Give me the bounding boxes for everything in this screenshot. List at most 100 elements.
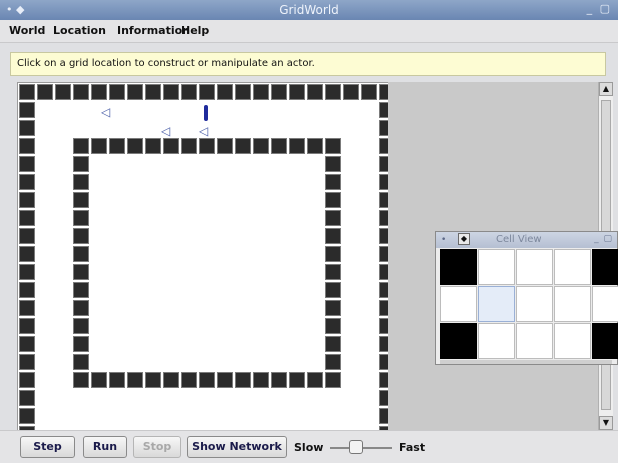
rock-tile[interactable] xyxy=(73,354,89,370)
rock-tile[interactable] xyxy=(181,84,197,100)
empty-cell[interactable] xyxy=(516,249,553,285)
rock-tile[interactable] xyxy=(19,264,35,280)
rock-tile[interactable] xyxy=(361,84,377,100)
empty-cell[interactable] xyxy=(554,323,591,359)
rock-tile[interactable] xyxy=(109,138,125,154)
rock-tile[interactable] xyxy=(289,84,305,100)
step-button[interactable]: Step xyxy=(20,436,75,458)
rock-tile[interactable] xyxy=(145,84,161,100)
rock-tile[interactable] xyxy=(307,138,323,154)
rock-tile[interactable] xyxy=(73,372,89,388)
rock-tile[interactable] xyxy=(91,372,107,388)
rock-tile[interactable] xyxy=(289,372,305,388)
rock-tile[interactable] xyxy=(325,156,341,172)
empty-cell[interactable] xyxy=(516,286,553,322)
rock-tile[interactable] xyxy=(145,138,161,154)
rock-tile[interactable] xyxy=(181,372,197,388)
rock-tile[interactable] xyxy=(91,84,107,100)
rock-tile[interactable] xyxy=(19,246,35,262)
rock-tile[interactable] xyxy=(73,336,89,352)
rock-tile[interactable] xyxy=(217,84,233,100)
rock-tile[interactable] xyxy=(109,372,125,388)
rock-tile[interactable] xyxy=(199,138,215,154)
menu-information[interactable]: Information xyxy=(117,24,190,37)
empty-cell[interactable] xyxy=(440,286,477,322)
stop-button[interactable]: Stop xyxy=(133,436,181,458)
rock-tile[interactable] xyxy=(325,318,341,334)
rock-tile[interactable] xyxy=(217,372,233,388)
rock-tile[interactable] xyxy=(325,192,341,208)
empty-cell[interactable] xyxy=(478,323,515,359)
rock-tile[interactable] xyxy=(235,372,251,388)
rock-tile[interactable] xyxy=(325,246,341,262)
rock-tile[interactable] xyxy=(73,138,89,154)
rock-tile[interactable] xyxy=(325,282,341,298)
show-network-button[interactable]: Show Network xyxy=(187,436,287,458)
rock-tile[interactable] xyxy=(73,246,89,262)
rock-tile[interactable] xyxy=(325,300,341,316)
rock-tile[interactable] xyxy=(440,249,477,285)
rock-tile[interactable] xyxy=(325,210,341,226)
rock-tile[interactable] xyxy=(343,84,359,100)
speed-slider-thumb[interactable] xyxy=(349,440,364,454)
rock-tile[interactable] xyxy=(91,138,107,154)
rock-tile[interactable] xyxy=(19,228,35,244)
rock-tile[interactable] xyxy=(19,354,35,370)
window-controls-icon[interactable]: _ ▢ xyxy=(587,2,612,15)
rock-tile[interactable] xyxy=(73,192,89,208)
rock-tile[interactable] xyxy=(307,84,323,100)
rock-tile[interactable] xyxy=(19,210,35,226)
rock-tile[interactable] xyxy=(73,264,89,280)
rock-tile[interactable] xyxy=(235,138,251,154)
run-button[interactable]: Run xyxy=(83,436,127,458)
cell-view-titlebar[interactable]: • ◆ Cell View _ ▢ xyxy=(436,232,617,248)
empty-cell[interactable] xyxy=(554,249,591,285)
grid-view[interactable]: ◁ ◁ ◁ xyxy=(17,82,389,432)
rock-tile[interactable] xyxy=(289,138,305,154)
rock-tile[interactable] xyxy=(19,192,35,208)
rock-tile[interactable] xyxy=(19,408,35,424)
rock-tile[interactable] xyxy=(127,84,143,100)
rock-tile[interactable] xyxy=(109,84,125,100)
rock-tile[interactable] xyxy=(19,120,35,136)
window-menu-icon[interactable]: • xyxy=(441,235,446,245)
rock-tile[interactable] xyxy=(73,228,89,244)
empty-cell[interactable] xyxy=(554,286,591,322)
rock-tile[interactable] xyxy=(325,174,341,190)
rock-tile[interactable] xyxy=(127,138,143,154)
rock-tile[interactable] xyxy=(253,138,269,154)
rock-tile[interactable] xyxy=(271,138,287,154)
rock-tile[interactable] xyxy=(19,390,35,406)
rock-tile[interactable] xyxy=(37,84,53,100)
bug-icon[interactable]: ◁ xyxy=(199,124,208,138)
rock-tile[interactable] xyxy=(55,84,71,100)
rock-tile[interactable] xyxy=(325,138,341,154)
rock-tile[interactable] xyxy=(253,372,269,388)
rock-tile[interactable] xyxy=(19,174,35,190)
scroll-down-icon[interactable]: ▼ xyxy=(599,416,613,430)
window-controls-icon[interactable]: _ ▢ xyxy=(594,234,613,244)
flower-icon[interactable] xyxy=(204,105,208,121)
rock-tile[interactable] xyxy=(440,323,477,359)
cell-view-grid[interactable] xyxy=(440,249,618,360)
rock-tile[interactable] xyxy=(592,249,618,285)
rock-tile[interactable] xyxy=(73,210,89,226)
rock-tile[interactable] xyxy=(73,282,89,298)
menu-world[interactable]: World xyxy=(9,24,45,37)
rock-tile[interactable] xyxy=(127,372,143,388)
rock-tile[interactable] xyxy=(325,228,341,244)
rock-tile[interactable] xyxy=(19,84,35,100)
rock-tile[interactable] xyxy=(19,336,35,352)
rock-tile[interactable] xyxy=(325,354,341,370)
rock-tile[interactable] xyxy=(163,372,179,388)
bug-icon[interactable]: ◁ xyxy=(101,105,110,119)
rock-tile[interactable] xyxy=(73,174,89,190)
rock-tile[interactable] xyxy=(199,372,215,388)
rock-tile[interactable] xyxy=(271,84,287,100)
bug-icon[interactable]: ◁ xyxy=(161,124,170,138)
empty-cell[interactable] xyxy=(516,323,553,359)
menu-location[interactable]: Location xyxy=(53,24,106,37)
rock-tile[interactable] xyxy=(19,102,35,118)
rock-tile[interactable] xyxy=(325,264,341,280)
rock-tile[interactable] xyxy=(217,138,233,154)
